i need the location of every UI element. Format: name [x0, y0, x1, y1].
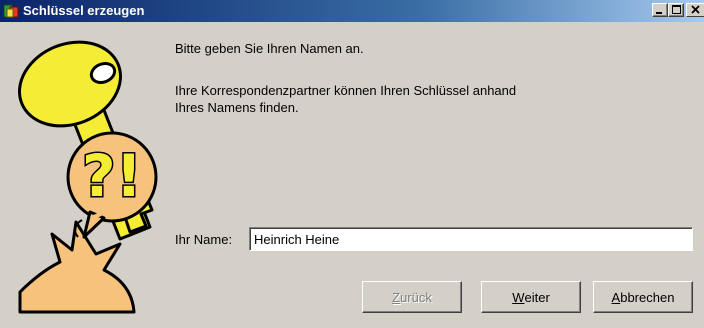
- cancel-button-label: bbrechen: [620, 289, 675, 305]
- name-input[interactable]: [249, 227, 693, 251]
- cancel-button-mnemonic: A: [611, 289, 621, 305]
- minimize-icon: [656, 12, 662, 14]
- description-line-1: Ihre Korrespondenzpartner können Ihren S…: [175, 83, 517, 98]
- maximize-icon: [671, 5, 681, 14]
- next-button-label: eiter: [524, 289, 550, 305]
- close-button[interactable]: [686, 3, 704, 17]
- back-button-mnemonic: Z: [392, 289, 401, 305]
- back-button-label: urück: [400, 289, 432, 305]
- name-label: Ihr Name:: [175, 232, 233, 247]
- next-button[interactable]: Weiter: [481, 281, 581, 313]
- next-button-mnemonic: W: [512, 289, 525, 305]
- key-question-icon: ?!: [18, 40, 158, 314]
- app-icon: [3, 4, 19, 18]
- instruction-text: Bitte geben Sie Ihren Namen an.: [175, 41, 364, 56]
- back-button[interactable]: Zurück: [362, 281, 462, 313]
- question-exclaim-glyphs: ?!: [82, 142, 142, 210]
- maximize-button[interactable]: [668, 3, 684, 17]
- minimize-button[interactable]: [652, 3, 668, 17]
- description-line-2: Ihres Namens finden.: [175, 100, 299, 115]
- title-bar: Schlüssel erzeugen: [0, 0, 704, 22]
- cancel-button[interactable]: Abbrechen: [593, 281, 693, 313]
- close-icon: [691, 5, 700, 14]
- window-title: Schlüssel erzeugen: [23, 3, 145, 18]
